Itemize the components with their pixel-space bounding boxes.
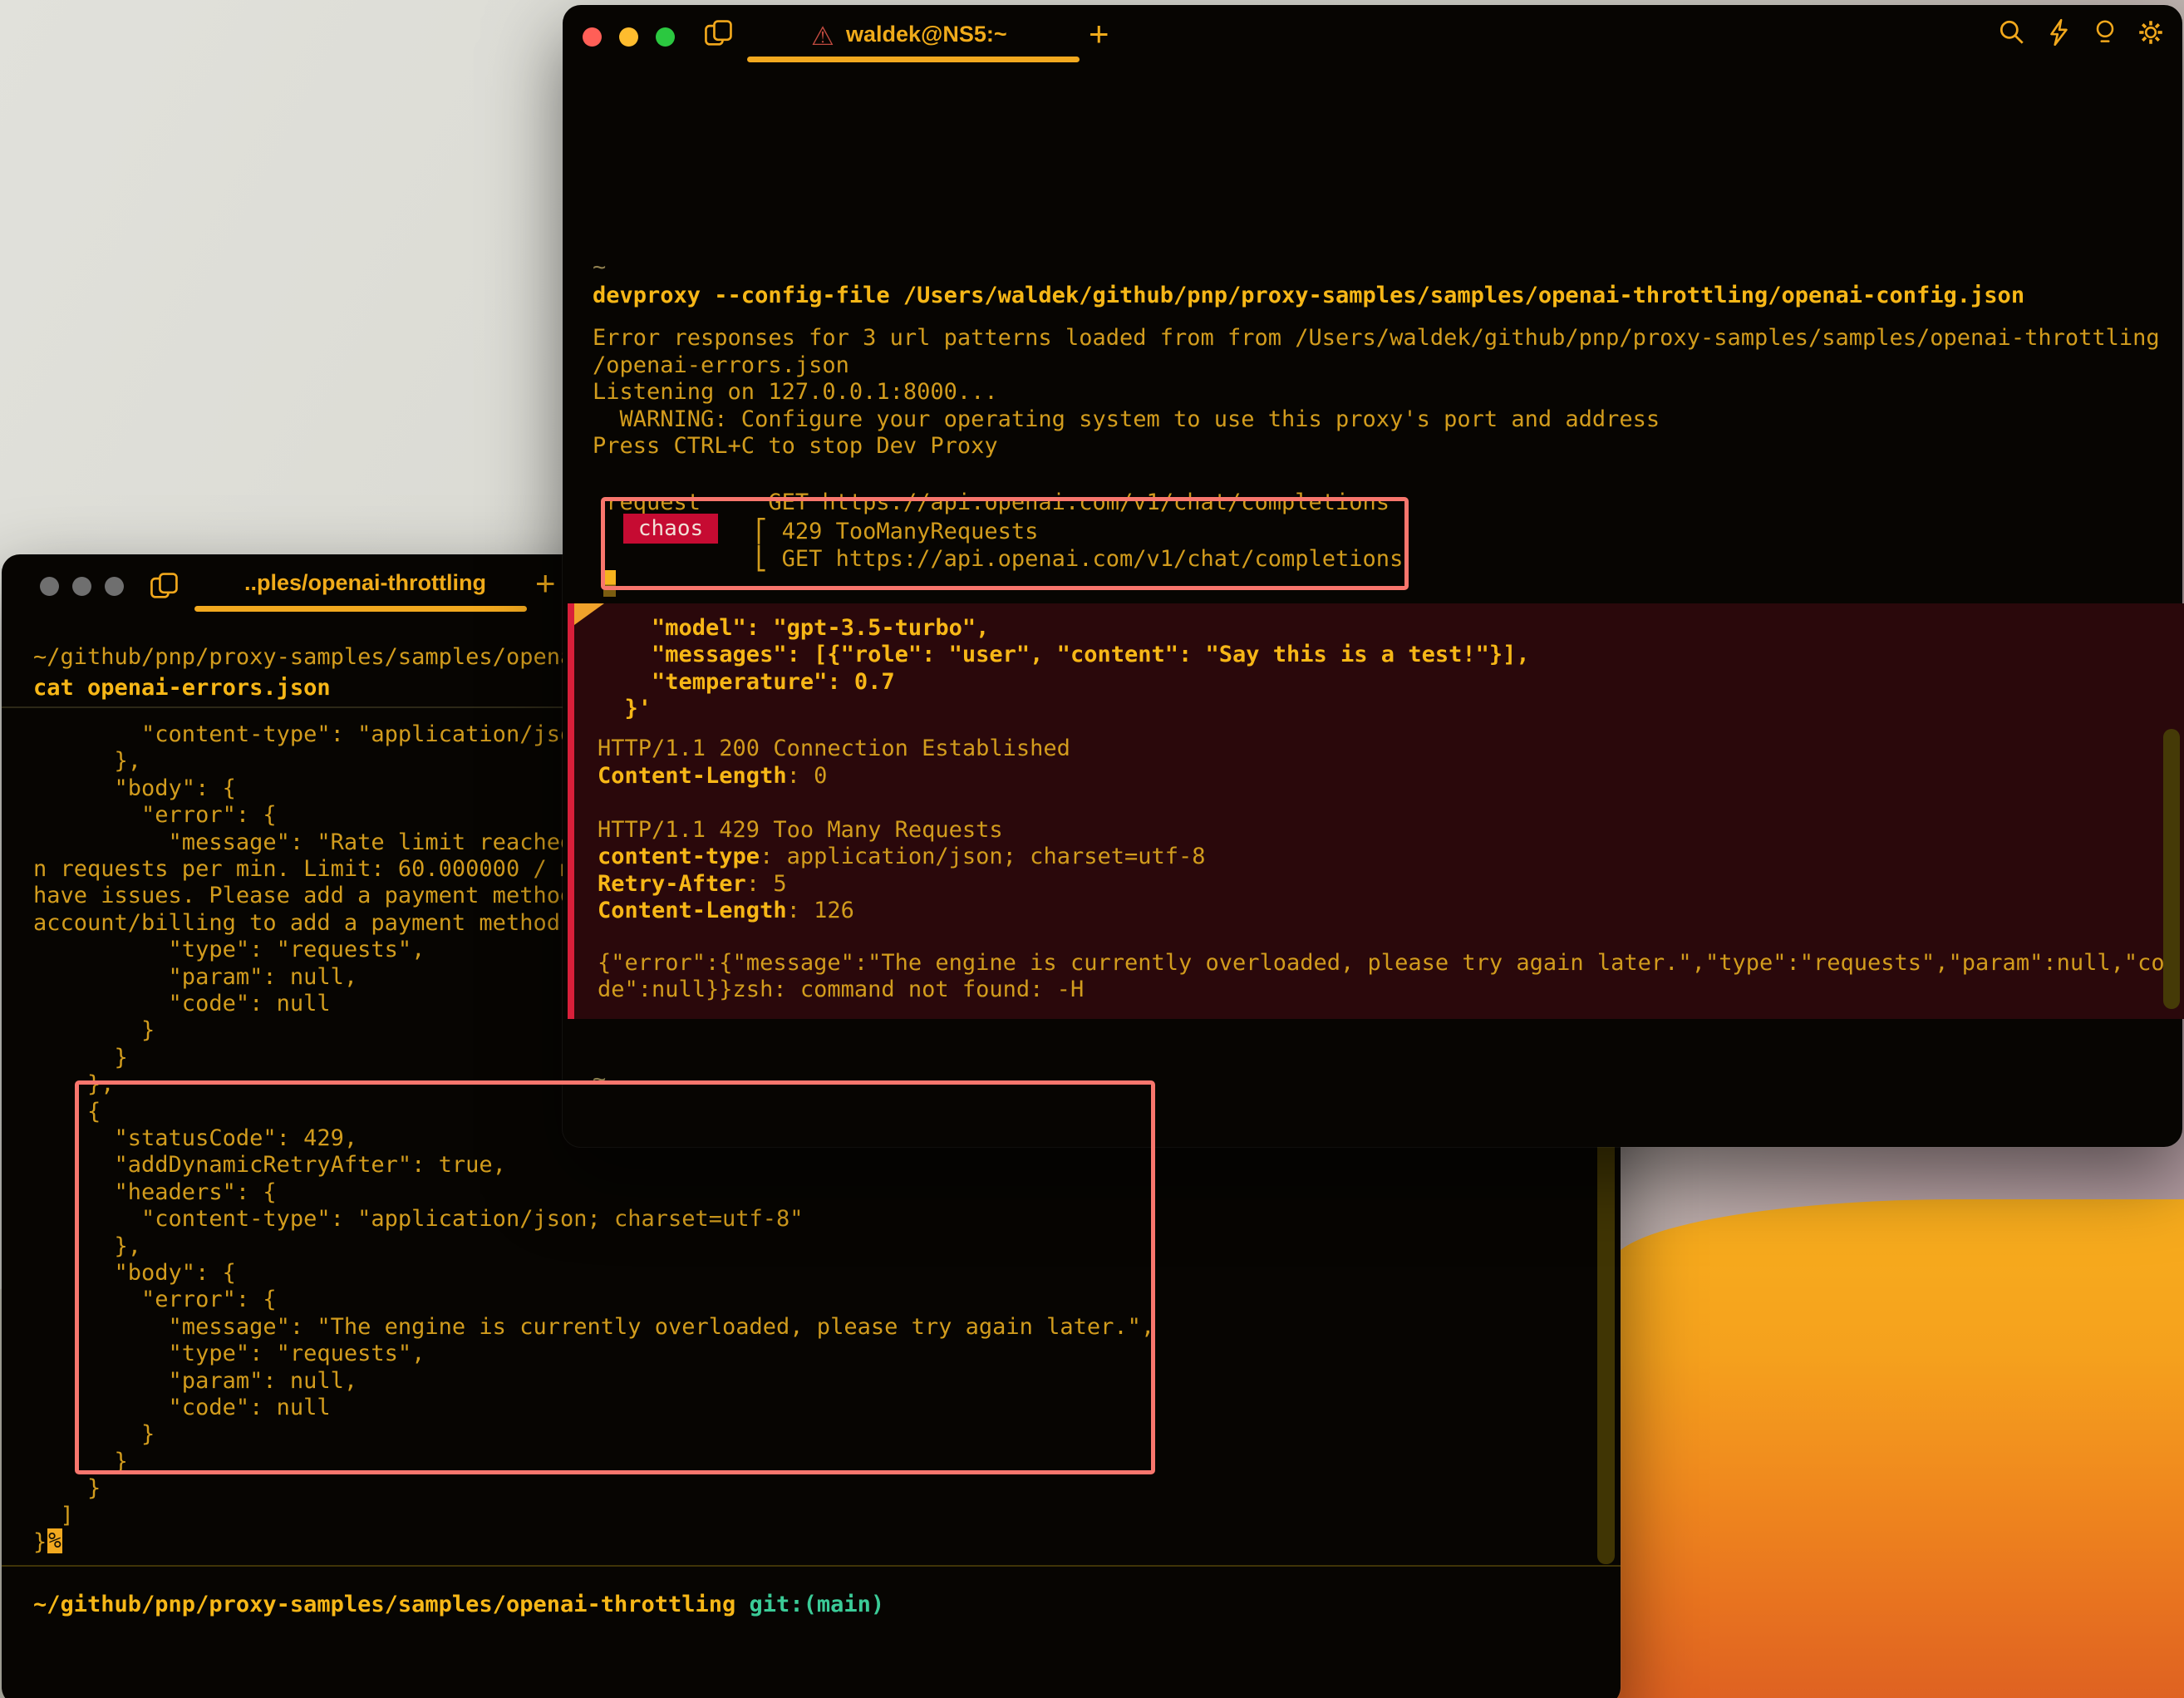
terminal-line: "type": "requests", [33, 937, 425, 963]
terminal-line: de":null}}zsh: command not found: -H [598, 977, 1084, 1003]
terminal-line: n requests per min. Limit: 60.000000 / m [33, 856, 573, 883]
terminal-line: WARNING: Configure your operating system… [593, 406, 1660, 433]
pages-icon[interactable] [702, 17, 735, 50]
terminal-line-segment: : 0 [787, 763, 828, 789]
zoom-button[interactable] [656, 27, 675, 47]
terminal-line: "temperature": 0.7 [598, 669, 895, 696]
terminal-line: Content-Length: 0 [598, 763, 827, 790]
terminal-line: }, [33, 748, 141, 775]
warning-icon: ⚠ [811, 23, 834, 49]
terminal-line: {"error":{"message":"The engine is curre… [598, 950, 2165, 977]
terminal-line: "error": { [33, 802, 277, 829]
wallpaper-dune [1611, 1199, 2184, 1698]
terminal-line-segment: : 5 [746, 871, 787, 897]
prompt-divider [2, 1565, 1621, 1567]
terminal-line: content-type: application/json; charset=… [598, 844, 1206, 870]
terminal-line-segment: : application/json; charset=utf-8 [760, 844, 1205, 869]
desktop: ..ples/openai-throttling + ~/github/pnp/… [0, 0, 2184, 1698]
close-button[interactable] [40, 577, 59, 596]
terminal-line: "body": { [33, 775, 236, 802]
terminal-line: "param": null, [33, 964, 357, 991]
terminal-line: "content-type": "application/jso [33, 721, 573, 748]
terminal-line: cat openai-errors.json [33, 675, 331, 701]
terminal-line: } [33, 1529, 47, 1556]
terminal-line: ~ [593, 254, 606, 281]
annotation-box-chaos-response [601, 497, 1409, 590]
terminal-line: HTTP/1.1 200 Connection Established [598, 736, 1070, 762]
terminal-line-segment: Content-Length [598, 763, 787, 789]
pages-icon[interactable] [148, 569, 181, 603]
minimize-button[interactable] [619, 27, 638, 47]
annotation-box-error-definition [75, 1080, 1155, 1474]
terminal-line-segment: content-type [598, 844, 760, 869]
prompt-spacer [735, 1592, 749, 1617]
terminal-line: Press CTRL+C to stop Dev Proxy [593, 433, 998, 460]
terminal-line: "message": "Rate limit reached [33, 829, 573, 856]
terminal-line: "model": "gpt-3.5-turbo", [598, 615, 989, 642]
terminal-line: Content-Length: 126 [598, 898, 854, 924]
lightning-icon[interactable] [2044, 17, 2074, 47]
front-scrollbar[interactable] [2163, 729, 2180, 1009]
search-icon[interactable] [1997, 17, 2027, 47]
shell-prompt: ~/github/pnp/proxy-samples/samples/opena… [33, 1592, 884, 1618]
close-button[interactable] [583, 27, 602, 47]
active-tab-indicator [747, 57, 1080, 62]
new-tab-button[interactable]: + [1089, 17, 1109, 52]
terminal-line: /openai-errors.json [593, 352, 849, 379]
terminal-line: }' [598, 696, 652, 722]
terminal-line: Listening on 127.0.0.1:8000... [593, 379, 998, 406]
minimize-button[interactable] [72, 577, 91, 596]
new-tab-button[interactable]: + [535, 566, 556, 601]
terminal-line: "messages": [{"role": "user", "content":… [598, 642, 1530, 668]
terminal-line: devproxy --config-file /Users/waldek/git… [593, 283, 2024, 309]
lightbulb-icon[interactable] [2090, 17, 2120, 47]
tab-back-terminal[interactable]: ..ples/openai-throttling [244, 570, 486, 596]
terminal-line: have issues. Please add a payment method [33, 883, 573, 909]
git-branch-label: git:(main) [750, 1592, 885, 1617]
front-titlebar[interactable]: ⚠ waldek@NS5:~ + [563, 5, 2182, 68]
terminal-line: } [33, 1017, 155, 1044]
terminal-line: HTTP/1.1 429 Too Many Requests [598, 817, 1003, 844]
tab-front-terminal[interactable]: waldek@NS5:~ [846, 22, 1007, 47]
terminal-line: account/billing to add a payment method. [33, 910, 573, 937]
terminal-line: Retry-After: 5 [598, 871, 787, 898]
terminal-line: ] [33, 1503, 74, 1529]
gear-icon[interactable] [2136, 17, 2166, 47]
active-tab-indicator [194, 606, 527, 612]
terminal-line: } [33, 1475, 101, 1502]
terminal-line: "code": null [33, 991, 331, 1017]
terminal-line-segment: Retry-After [598, 871, 746, 897]
terminal-line-segment: Content-Length [598, 898, 787, 923]
zoom-button[interactable] [105, 577, 124, 596]
terminal-line-segment: : 126 [787, 898, 854, 923]
terminal-line: } [33, 1045, 128, 1071]
selected-command-block[interactable]: "model": "gpt-3.5-turbo", "messages": [{… [568, 603, 2184, 1019]
terminal-line: Error responses for 3 url patterns loade… [593, 325, 2160, 352]
shell-percent-cursor: % [47, 1528, 62, 1553]
prompt-path: ~/github/pnp/proxy-samples/samples/opena… [33, 1592, 735, 1617]
